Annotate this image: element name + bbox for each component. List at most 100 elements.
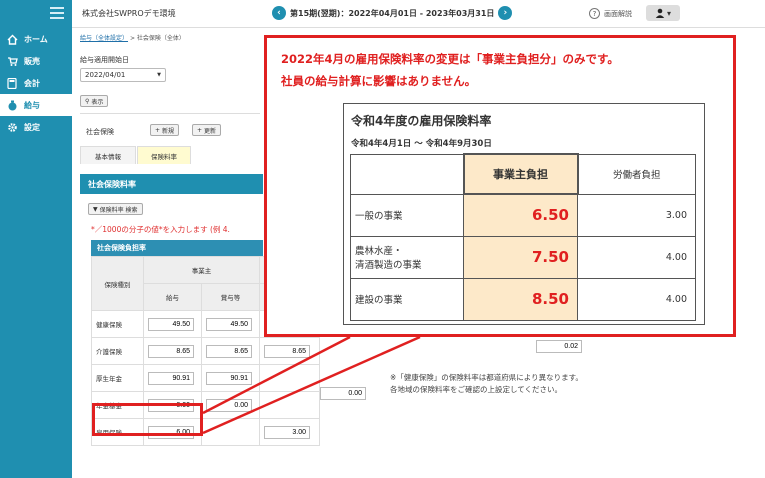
search-icon: ⚲	[85, 97, 90, 105]
breadcrumb: 給与（全体設定） > 社会保険（全体）	[80, 33, 185, 42]
row-label: 健康保険	[91, 310, 144, 338]
sidebar-item-accounting[interactable]: 会計	[0, 72, 72, 94]
highlight-box	[92, 403, 203, 436]
row-label: 介護保険	[91, 337, 144, 365]
sidebar-item-label: ホーム	[24, 34, 48, 44]
cart-icon	[6, 55, 18, 67]
employer-rate: 8.50	[463, 277, 578, 321]
callout-line: 社員の給与計算に影響はありません。	[281, 74, 477, 88]
rate-search-label: 保険料率 検索	[99, 206, 138, 214]
rate-input[interactable]	[148, 344, 194, 358]
worker-rate: 4.00	[577, 235, 696, 279]
sidebar-item-label: 販売	[24, 56, 40, 66]
plus-icon: +	[155, 126, 161, 134]
footnote-line: ※「健康保険」の保険料率は都道府県により異なります。	[390, 373, 583, 382]
sidebar-item-label: 給与	[24, 100, 40, 110]
table-row: 農林水産・ 清酒製造の事業 7.50 4.00	[350, 235, 696, 279]
footnote-line: 各地域の保険料率をご確認の上設定してください。	[390, 385, 563, 394]
update-button-label: 更新	[204, 127, 217, 135]
date-label: 給与適用開始日	[80, 56, 129, 64]
worker-rate: 3.00	[577, 193, 696, 237]
footnote: ※「健康保険」の保険料率は都道府県により異なります。 各地域の保険料率をご確認の…	[390, 372, 583, 396]
rate-input[interactable]	[148, 317, 194, 331]
update-button[interactable]: + 更新	[192, 124, 222, 136]
category-cell: 建設の事業	[350, 277, 464, 321]
next-period-button[interactable]: ›	[498, 6, 513, 20]
rate-input[interactable]	[206, 398, 252, 412]
rate-input-right[interactable]	[536, 340, 582, 353]
col-header-worker-burden: 労働者負担	[577, 153, 696, 195]
help-label: 画面解説	[604, 9, 632, 18]
home-icon	[6, 33, 18, 45]
col-header-bonus: 賞与等	[201, 283, 260, 311]
question-icon: ?	[589, 8, 600, 19]
money-bag-icon	[6, 99, 18, 111]
category-cell: 一般の事業	[350, 193, 464, 237]
rate-search-button[interactable]: ▼ 保険料率 検索	[88, 203, 143, 215]
table-row: 建設の事業 8.50 4.00	[350, 277, 696, 321]
show-button-label: 表示	[91, 98, 104, 106]
sidebar-item-home[interactable]: ホーム	[0, 28, 72, 50]
top-bar: 株式会社SWPROデモ環境 ‹ 第15期(翌期)：2022年04月01日 - 2…	[72, 0, 765, 28]
table-row: 厚生年金	[91, 364, 320, 392]
sidebar-item-label: 会計	[24, 78, 40, 88]
rate-input[interactable]	[206, 344, 252, 358]
sidebar-item-label: 設定	[24, 122, 40, 132]
row-label: 厚生年金	[91, 364, 144, 392]
sidebar-item-sales[interactable]: 販売	[0, 50, 72, 72]
calculator-icon	[6, 77, 18, 89]
panel-title: 社会保険料率	[80, 174, 263, 194]
rate-input[interactable]	[264, 344, 310, 358]
breadcrumb-separator: >	[129, 35, 135, 42]
tab-insurance-rates[interactable]: 保険料率	[137, 146, 191, 164]
tab-label: 保険料率	[151, 152, 177, 161]
hamburger-menu-icon[interactable]	[50, 7, 64, 19]
user-icon	[655, 8, 665, 18]
help-link[interactable]: ? 画面解説	[589, 8, 632, 19]
tab-label: 基本情報	[95, 152, 121, 161]
rates-reference-card: 令和4年度の雇用保険料率 令和4年4月1日 ～ 令和4年9月30日 事業主負担 …	[343, 103, 705, 325]
gear-icon	[6, 121, 18, 133]
col-header-type: 保険種別	[91, 256, 144, 311]
chevron-down-icon: ▾	[666, 8, 671, 18]
filter-icon: ▼	[93, 205, 98, 213]
new-button-label: 新規	[162, 127, 175, 135]
callout-line: 2022年4月の雇用保険料率の変更は「事業主負担分」のみです。	[281, 52, 619, 66]
period-switcher: ‹ 第15期(翌期)：2022年04月01日 - 2023年03月31日 ›	[268, 6, 516, 20]
employer-rate: 7.50	[463, 235, 578, 279]
show-button[interactable]: ⚲ 表示	[80, 95, 109, 107]
category-line: 清酒製造の事業	[355, 260, 422, 271]
col-header-employer-burden: 事業主負担	[462, 153, 579, 195]
period-label: 第15期(翌期)：2022年04月01日 - 2023年03月31日	[290, 8, 495, 18]
sidebar-item-payroll[interactable]: 給与	[0, 94, 72, 116]
rate-input[interactable]	[206, 371, 252, 385]
callout-text: 2022年4月の雇用保険料率の変更は「事業主負担分」のみです。 社員の給与計算に…	[281, 48, 619, 92]
rates-table-period: 令和4年4月1日 ～ 令和4年9月30日	[351, 139, 492, 149]
user-menu-button[interactable]: ▾	[646, 5, 680, 21]
rates-table: 事業主負担 労働者負担 一般の事業 6.50 3.00 農林水産・ 清酒製造の事…	[350, 153, 696, 321]
category-line: 農林水産・	[355, 246, 403, 257]
burden-rate-title: 社会保険負担率	[91, 240, 263, 256]
prev-period-button[interactable]: ‹	[272, 6, 286, 20]
tab-basic-info[interactable]: 基本情報	[80, 146, 136, 164]
employer-rate: 6.50	[463, 193, 578, 237]
breadcrumb-current: 社会保険（全体）	[136, 35, 185, 42]
callout-box: 2022年4月の雇用保険料率の変更は「事業主負担分」のみです。 社員の給与計算に…	[264, 35, 736, 337]
start-date-value: 2022/04/01	[85, 71, 126, 79]
col-header-salary: 給与	[143, 283, 202, 311]
pension-fund-extra-input[interactable]	[320, 387, 366, 400]
table-row: 介護保険	[91, 337, 320, 365]
chevron-down-icon: ▼	[157, 72, 161, 78]
table-row: 一般の事業 6.50 3.00	[350, 193, 696, 237]
worker-rate: 4.00	[577, 277, 696, 321]
divider	[80, 113, 260, 114]
rate-input[interactable]	[264, 425, 310, 439]
start-date-select[interactable]: 2022/04/01 ▼	[80, 68, 166, 82]
rate-input[interactable]	[148, 371, 194, 385]
breadcrumb-link[interactable]: 給与（全体設定）	[80, 35, 128, 42]
sidebar-item-settings[interactable]: 設定	[0, 116, 72, 138]
company-name: 株式会社SWPROデモ環境	[82, 9, 176, 18]
plus-icon: +	[197, 126, 203, 134]
rate-input[interactable]	[206, 317, 252, 331]
new-button[interactable]: + 新規	[150, 124, 180, 136]
